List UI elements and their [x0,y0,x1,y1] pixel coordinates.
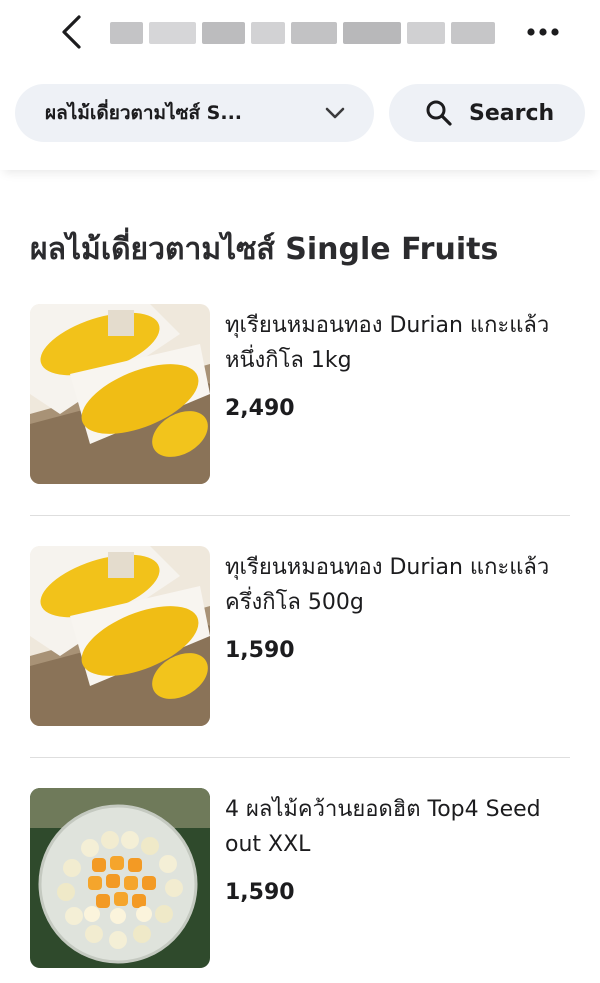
product-image[interactable] [30,304,210,484]
product-item[interactable]: ทุเรียนหมอนทอง Durian แกะแล้วครึ่งกิโล 5… [30,546,570,726]
section-title: ผลไม้เดี่ยวตามไซส์ Single Fruits [30,232,499,267]
product-item[interactable]: 4 ผลไม้คว้านยอดฮิต Top4 Seed out XXL 1,5… [30,788,570,968]
search-button-label: Search [469,100,555,126]
search-button[interactable]: Search [389,84,585,142]
product-price: 2,490 [225,396,295,421]
product-image[interactable] [30,788,210,968]
chevron-left-icon [62,15,81,49]
back-button[interactable] [52,12,92,52]
product-image[interactable] [30,546,210,726]
more-options-button[interactable] [522,18,564,46]
category-dropdown-label: ผลไม้เดี่ยวตามไซส์ S... [45,102,243,124]
divider [30,757,570,758]
divider [30,515,570,516]
mixed-fruit-tray-photo [30,788,210,968]
product-price: 1,590 [225,638,295,663]
product-name: 4 ผลไม้คว้านยอดฮิต Top4 Seed out XXL [225,797,541,857]
product-item[interactable]: ทุเรียนหมอนทอง Durian แกะแล้วหนึ่งกิโล 1… [30,304,570,484]
top-app-bar: ผลไม้เดี่ยวตามไซส์ S... Search [0,0,600,170]
page-title-obscured [110,16,495,50]
more-horizontal-icon [527,28,559,36]
durian-box-photo [30,546,210,726]
chevron-down-icon [325,107,345,119]
product-price: 1,590 [225,880,295,905]
category-dropdown[interactable]: ผลไม้เดี่ยวตามไซส์ S... [15,84,374,142]
product-name: ทุเรียนหมอนทอง Durian แกะแล้วครึ่งกิโล 5… [225,555,550,615]
durian-box-photo [30,304,210,484]
search-icon [426,100,452,126]
product-name: ทุเรียนหมอนทอง Durian แกะแล้วหนึ่งกิโล 1… [225,313,550,373]
